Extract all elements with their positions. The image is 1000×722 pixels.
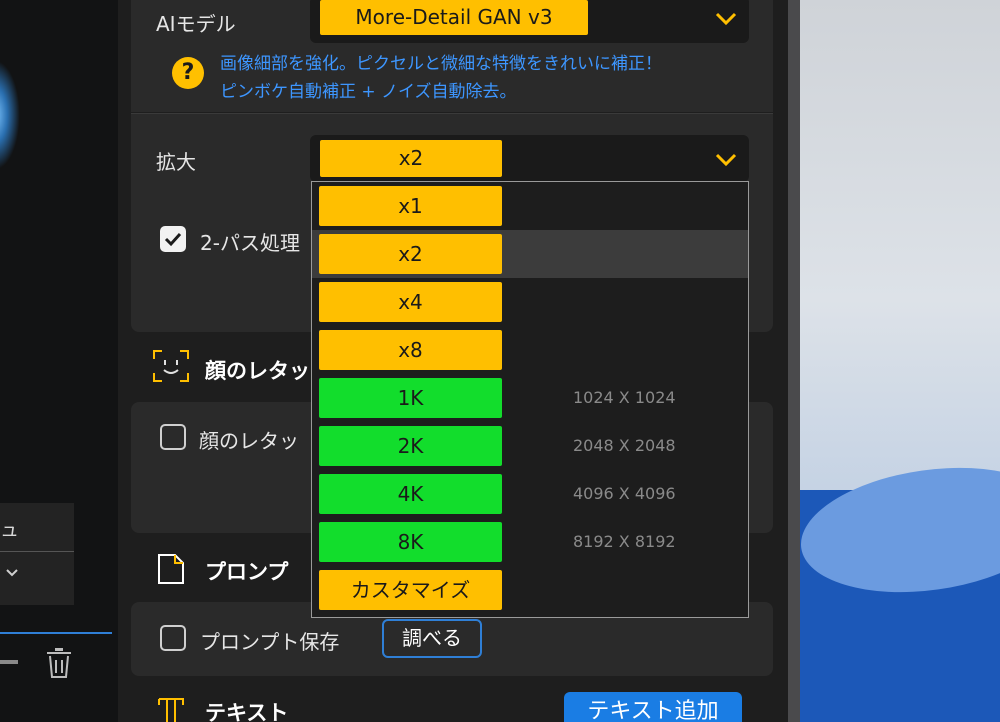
ai-model-select[interactable]: More-Detail GAN v3	[310, 0, 749, 43]
upscale-selected: x2	[320, 140, 502, 177]
face-scan-icon	[153, 350, 189, 382]
ai-model-label: AIモデル	[156, 12, 236, 36]
ai-model-hint-line2: ピンボケ自動補正 + ノイズ自動除去。	[220, 82, 517, 102]
option-label: カスタマイズ	[319, 570, 502, 610]
ai-model-hint-line1: 画像細部を強化。ピクセルと微細な特徴をきれいに補正！	[220, 54, 662, 74]
window-edge	[788, 0, 800, 722]
option-label: x4	[319, 282, 502, 322]
add-text-button[interactable]: テキスト追加	[564, 692, 742, 722]
image-preview-strip: ュ	[0, 0, 118, 722]
face-retouch-heading: 顔のレタッ	[205, 359, 310, 383]
option-label: x2	[319, 234, 502, 274]
text-icon	[158, 698, 184, 722]
option-label: x8	[319, 330, 502, 370]
dropdown-option-x2[interactable]: x2	[312, 230, 748, 278]
left-sub-label: ュ	[0, 519, 20, 541]
upscale-label: 拡大	[156, 150, 196, 174]
desktop-background	[788, 0, 1000, 722]
chevron-down-icon[interactable]	[715, 12, 737, 26]
browse-button[interactable]: 調べる	[382, 619, 482, 658]
dropdown-option-4k[interactable]: 4K 4096 X 4096	[312, 470, 748, 518]
text-heading: テキスト	[205, 701, 289, 722]
option-label: 1K	[319, 378, 502, 418]
left-selection-line	[0, 632, 112, 634]
prompt-save-checkbox[interactable]	[160, 625, 186, 651]
option-label: x1	[319, 186, 502, 226]
prompt-save-label: プロンプト保存	[200, 630, 340, 654]
option-resolution: 8192 X 8192	[573, 532, 676, 551]
card-divider	[131, 113, 773, 114]
option-resolution: 4096 X 4096	[573, 484, 676, 503]
chevron-down-icon[interactable]	[6, 569, 18, 577]
option-label: 4K	[319, 474, 502, 514]
dropdown-option-x1[interactable]: x1	[312, 182, 748, 230]
left-sub-panel[interactable]: ュ	[0, 503, 74, 605]
document-icon	[158, 554, 184, 584]
option-resolution: 2048 X 2048	[573, 436, 676, 455]
left-sub-divider	[0, 551, 74, 552]
upscale-dropdown-list: x1 x2 x4 x8 1K 1024 X 1024 2K 2048 X 204…	[311, 181, 749, 618]
option-resolution: 1024 X 1024	[573, 388, 676, 407]
help-icon[interactable]: ?	[172, 57, 204, 89]
face-retouch-label: 顔のレタッ	[199, 429, 299, 453]
preview-glow	[0, 60, 20, 170]
checkmark-icon	[164, 232, 182, 247]
dropdown-option-2k[interactable]: 2K 2048 X 2048	[312, 422, 748, 470]
dropdown-option-custom[interactable]: カスタマイズ	[312, 566, 748, 614]
dropdown-option-1k[interactable]: 1K 1024 X 1024	[312, 374, 748, 422]
chevron-down-icon[interactable]	[715, 153, 737, 167]
face-retouch-checkbox[interactable]	[160, 424, 186, 450]
ai-model-selected: More-Detail GAN v3	[320, 0, 588, 35]
option-label: 2K	[319, 426, 502, 466]
two-pass-label: 2-パス処理	[200, 231, 300, 255]
dropdown-option-x4[interactable]: x4	[312, 278, 748, 326]
prompt-heading: プロンプ	[205, 560, 289, 584]
upscale-select[interactable]: x2	[310, 135, 749, 182]
two-pass-checkbox[interactable]	[160, 226, 186, 252]
trash-icon[interactable]	[46, 648, 72, 678]
desktop-sky	[800, 0, 1000, 500]
left-slider[interactable]	[0, 660, 18, 664]
option-label: 8K	[319, 522, 502, 562]
dropdown-option-x8[interactable]: x8	[312, 326, 748, 374]
dropdown-option-8k[interactable]: 8K 8192 X 8192	[312, 518, 748, 566]
